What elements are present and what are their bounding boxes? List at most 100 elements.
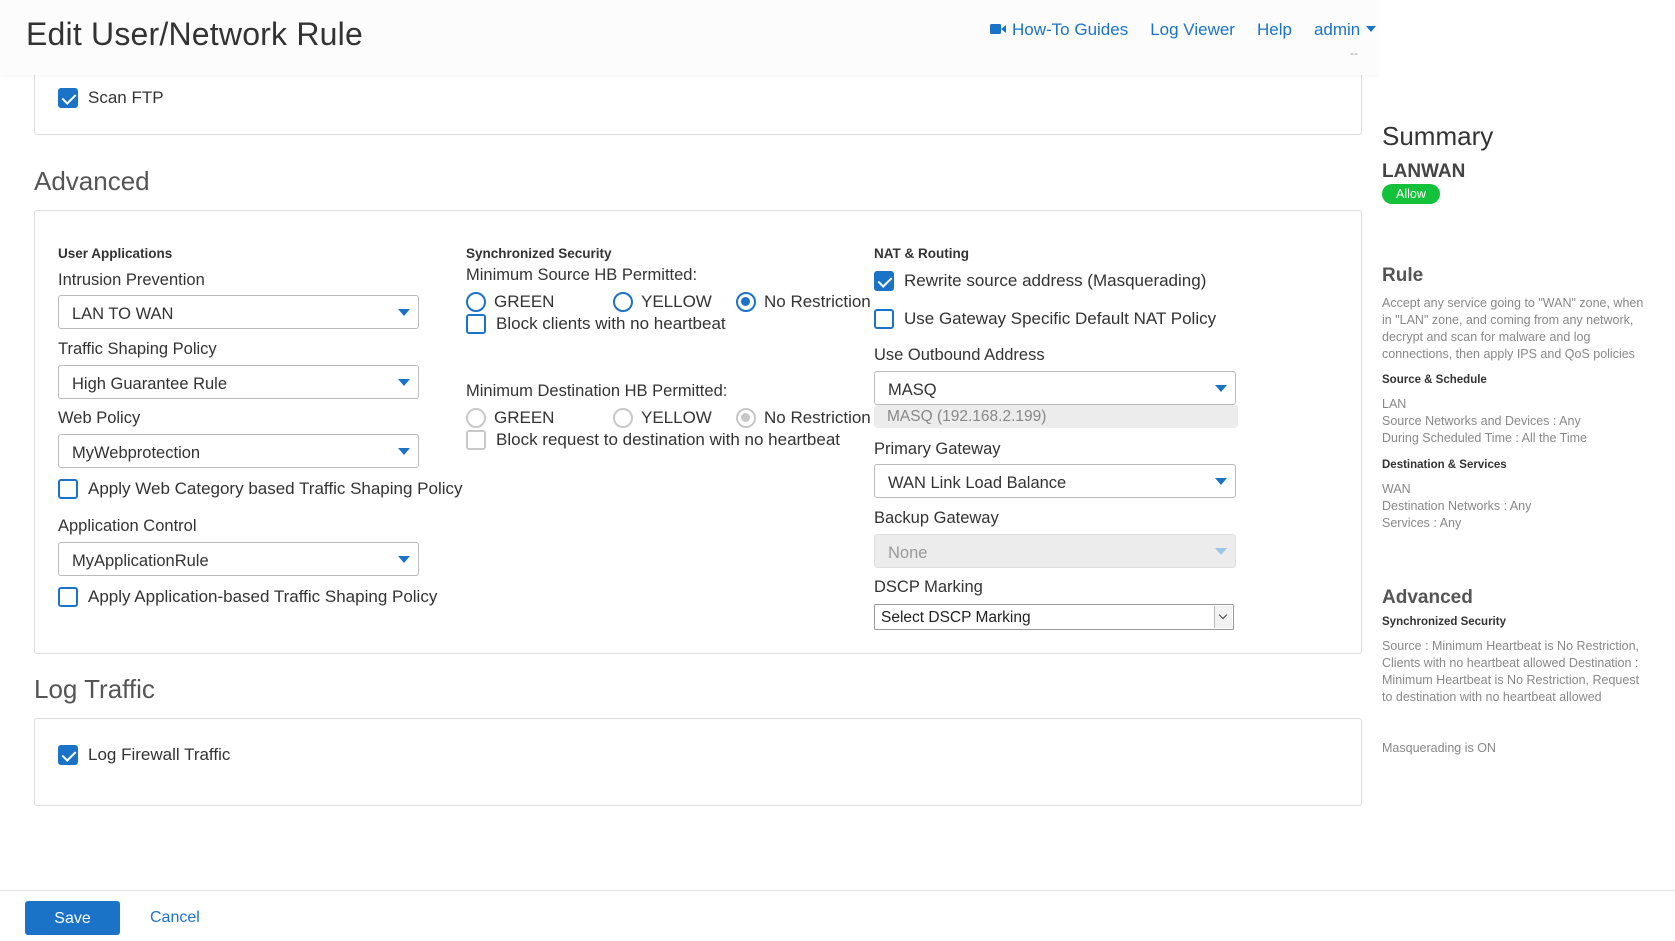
- outbound-ip: MASQ (192.168.2.199): [874, 405, 1238, 428]
- cancel-button[interactable]: Cancel: [150, 909, 200, 927]
- web-category-ts-row[interactable]: Apply Web Category based Traffic Shaping…: [58, 479, 463, 499]
- src-hb-green-label: GREEN: [494, 292, 555, 311]
- log-section-title: Log Traffic: [34, 674, 155, 704]
- dst-hb-green[interactable]: GREEN: [466, 408, 554, 428]
- app-control-select[interactable]: MyApplicationRule: [58, 542, 419, 576]
- chevron-down-icon: [1214, 606, 1232, 628]
- web-policy-select[interactable]: MyWebprotection: [58, 434, 419, 468]
- masq-checkbox[interactable]: [874, 271, 894, 291]
- log-card: Log Firewall Traffic: [34, 718, 1362, 806]
- block-dst-row[interactable]: Block request to destination with no hea…: [466, 430, 840, 450]
- dst-hb-none-label: No Restriction: [764, 408, 871, 427]
- summary-src-time: During Scheduled Time : All the Time: [1382, 431, 1587, 445]
- summary-rule-name: LANWAN: [1382, 161, 1466, 182]
- status-badge: Allow: [1382, 184, 1440, 204]
- dst-hb-label: Minimum Destination HB Permitted:: [466, 382, 728, 400]
- action-bar: Save Cancel: [0, 890, 1675, 941]
- chevron-down-icon: [398, 309, 410, 316]
- dst-hb-none-radio[interactable]: [736, 408, 756, 428]
- admin-menu[interactable]: admin: [1313, 20, 1377, 40]
- backup-gw-label: Backup Gateway: [874, 509, 999, 527]
- web-category-ts-label: Apply Web Category based Traffic Shaping…: [88, 479, 463, 498]
- block-dst-label: Block request to destination with no hea…: [496, 430, 840, 449]
- summary-dst-title: Destination & Services: [1382, 459, 1507, 471]
- dst-hb-yellow[interactable]: YELLOW: [613, 408, 712, 428]
- outbound-label: Use Outbound Address: [874, 346, 1045, 364]
- log-fw-checkbox[interactable]: [58, 745, 78, 765]
- ts-select[interactable]: High Guarantee Rule: [58, 365, 419, 399]
- video-camera-icon: [990, 24, 1006, 35]
- dscp-select[interactable]: Select DSCP Marking: [874, 604, 1234, 630]
- advanced-card: User Applications Intrusion Prevention L…: [34, 210, 1362, 654]
- block-clients-checkbox[interactable]: [466, 314, 486, 334]
- block-dst-checkbox[interactable]: [466, 430, 486, 450]
- chevron-down-icon: [1215, 385, 1227, 392]
- admin-label: admin: [1313, 20, 1361, 39]
- gw-nat-row[interactable]: Use Gateway Specific Default NAT Policy: [874, 309, 1216, 329]
- summary-rule-title: Rule: [1382, 265, 1424, 286]
- main-content: Scan FTP Advanced User Applications Intr…: [0, 0, 1378, 890]
- masq-row[interactable]: Rewrite source address (Masquerading): [874, 271, 1206, 291]
- advanced-section-title: Advanced: [34, 166, 150, 196]
- outbound-select-value: MASQ: [888, 381, 937, 399]
- summary-src-title: Source & Schedule: [1382, 374, 1487, 386]
- howto-link[interactable]: How-To Guides: [990, 20, 1128, 40]
- dscp-select-value: Select DSCP Marking: [881, 609, 1031, 626]
- summary-sidebar: Summary LANWAN Allow Rule Accept any ser…: [1330, 0, 1675, 890]
- src-hb-none[interactable]: No Restriction: [736, 292, 871, 312]
- summary-dst-nets: Destination Networks : Any: [1382, 499, 1532, 513]
- scan-ftp-label: Scan FTP: [88, 88, 164, 107]
- chevron-down-icon: [398, 556, 410, 563]
- chevron-down-icon: [398, 379, 410, 386]
- caret-down-icon: [1366, 26, 1377, 33]
- scan-ftp-row[interactable]: Scan FTP: [58, 88, 164, 108]
- primary-gw-select[interactable]: WAN Link Load Balance: [874, 464, 1236, 498]
- dst-hb-none[interactable]: No Restriction: [736, 408, 871, 428]
- log-fw-label: Log Firewall Traffic: [88, 745, 231, 764]
- nat-heading: NAT & Routing: [874, 246, 969, 261]
- summary-src-nets: Source Networks and Devices : Any: [1382, 414, 1581, 428]
- masq-label: Rewrite source address (Masquerading): [904, 271, 1207, 290]
- summary-adv-title: Advanced: [1382, 587, 1473, 608]
- block-clients-row[interactable]: Block clients with no heartbeat: [466, 314, 726, 334]
- scan-ftp-checkbox[interactable]: [58, 88, 78, 108]
- outbound-select[interactable]: MASQ: [874, 371, 1236, 405]
- summary-masq-text: Masquerading is ON: [1382, 741, 1496, 755]
- gw-nat-checkbox[interactable]: [874, 309, 894, 329]
- ts-select-value: High Guarantee Rule: [72, 375, 228, 393]
- help-link[interactable]: Help: [1257, 20, 1292, 40]
- src-hb-green-radio[interactable]: [466, 292, 486, 312]
- chevron-down-icon: [1215, 548, 1227, 555]
- primary-gw-select-value: WAN Link Load Balance: [888, 474, 1067, 492]
- src-hb-yellow-radio[interactable]: [613, 292, 633, 312]
- src-hb-none-label: No Restriction: [764, 292, 871, 311]
- src-hb-green[interactable]: GREEN: [466, 292, 554, 312]
- summary-title: Summary: [1382, 121, 1494, 151]
- block-clients-label: Block clients with no heartbeat: [496, 314, 726, 333]
- ips-select-value: LAN TO WAN: [72, 305, 174, 323]
- dst-hb-yellow-radio[interactable]: [613, 408, 633, 428]
- src-hb-yellow-label: YELLOW: [641, 292, 712, 311]
- logviewer-link[interactable]: Log Viewer: [1150, 20, 1235, 40]
- backup-gw-select[interactable]: None: [874, 534, 1236, 568]
- page-title: Edit User/Network Rule: [26, 16, 363, 52]
- admin-sub: --: [1350, 46, 1358, 60]
- app-control-label: Application Control: [58, 517, 197, 535]
- backup-gw-select-value: None: [888, 544, 928, 562]
- summary-src-zone: LAN: [1382, 397, 1407, 411]
- user-apps-heading: User Applications: [58, 246, 173, 261]
- summary-dst-services: Services : Any: [1382, 516, 1462, 530]
- dst-hb-green-radio[interactable]: [466, 408, 486, 428]
- chevron-down-icon: [1215, 478, 1227, 485]
- web-category-ts-checkbox[interactable]: [58, 479, 78, 499]
- sync-heading: Synchronized Security: [466, 246, 612, 261]
- log-fw-row[interactable]: Log Firewall Traffic: [58, 745, 230, 765]
- app-ts-checkbox[interactable]: [58, 587, 78, 607]
- src-hb-yellow[interactable]: YELLOW: [613, 292, 712, 312]
- ips-select[interactable]: LAN TO WAN: [58, 295, 419, 329]
- web-policy-label: Web Policy: [58, 409, 141, 427]
- app-ts-row[interactable]: Apply Application-based Traffic Shaping …: [58, 587, 437, 607]
- src-hb-none-radio[interactable]: [736, 292, 756, 312]
- app-control-select-value: MyApplicationRule: [72, 552, 209, 570]
- save-button[interactable]: Save: [25, 901, 120, 935]
